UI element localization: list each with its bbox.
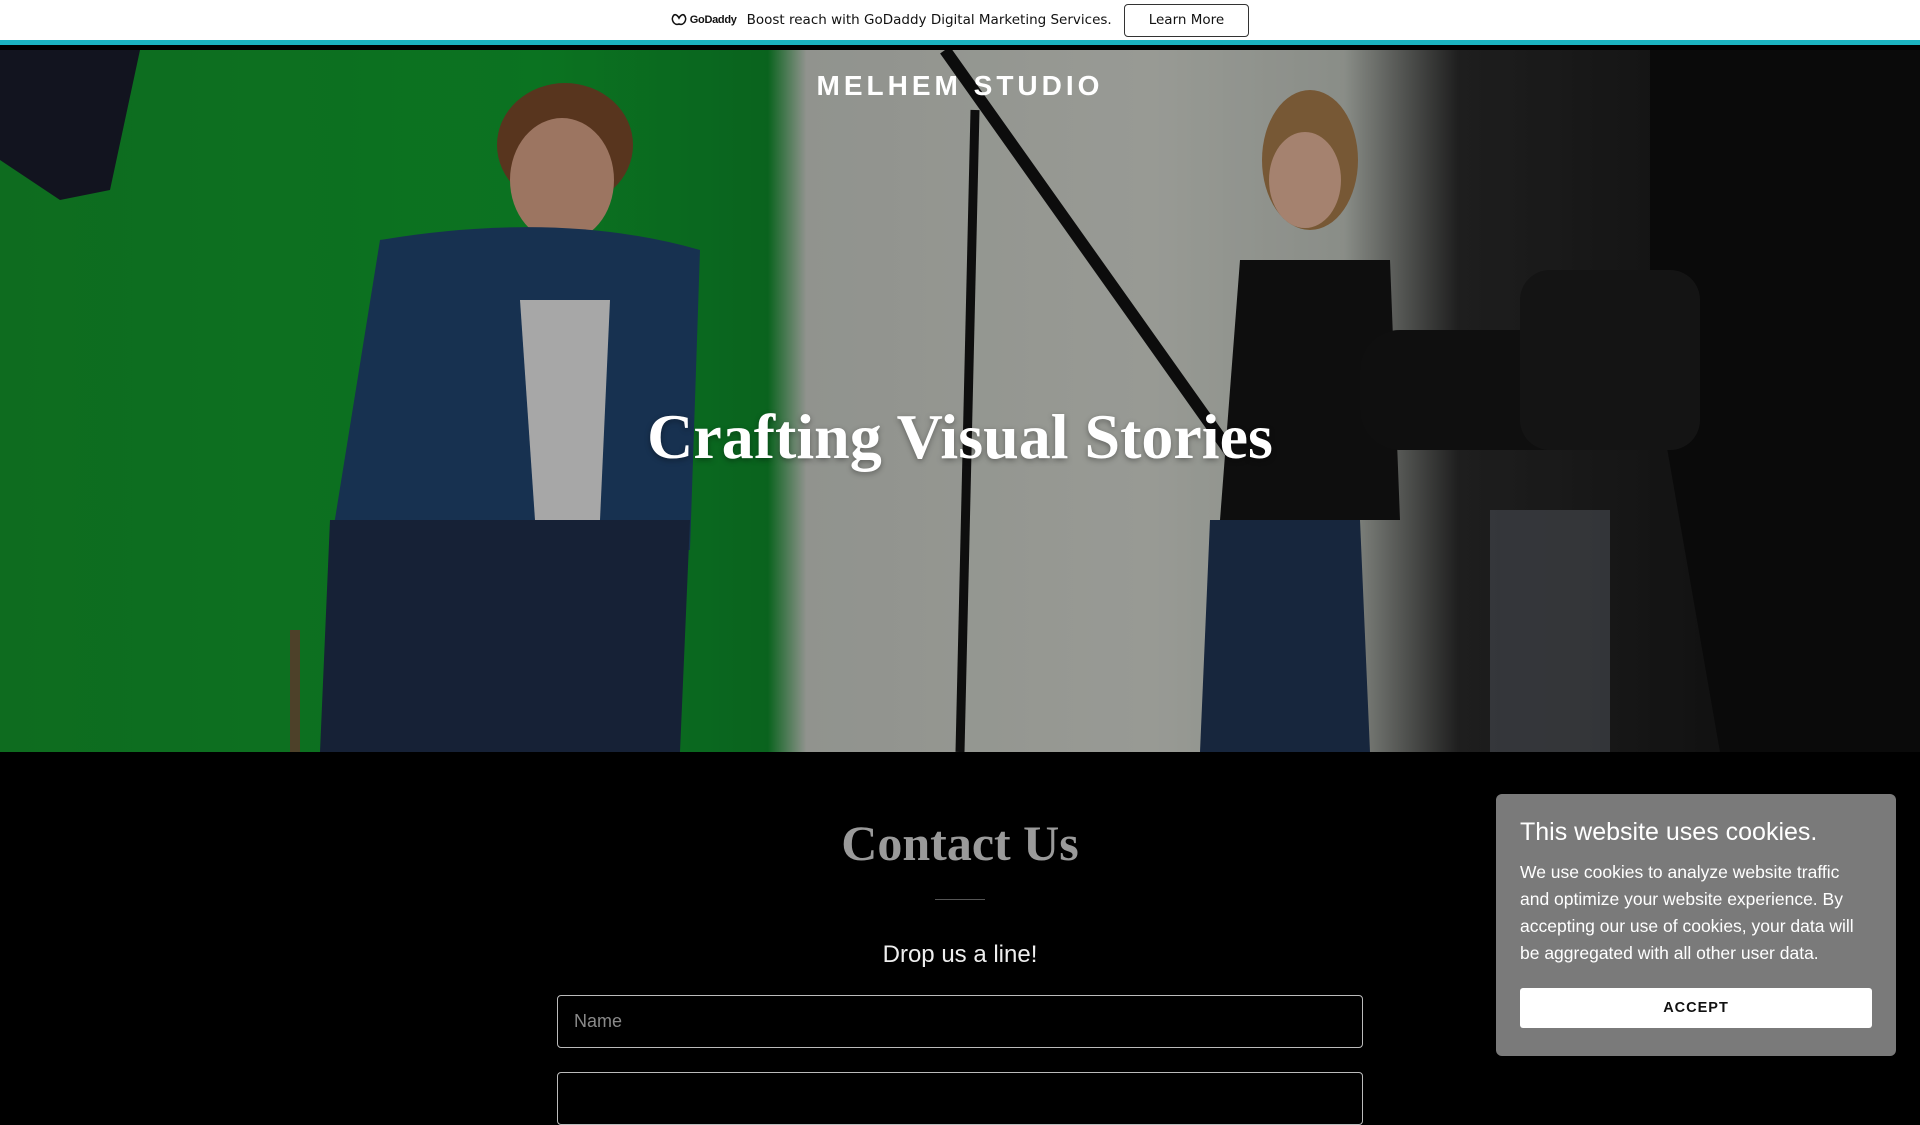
promo-message: Boost reach with GoDaddy Digital Marketi… xyxy=(746,12,1112,28)
promo-bar: GoDaddy Boost reach with GoDaddy Digital… xyxy=(0,0,1920,45)
section-divider xyxy=(935,899,985,900)
accept-cookies-button[interactable]: ACCEPT xyxy=(1520,988,1872,1028)
godaddy-logo-icon xyxy=(671,13,687,26)
name-input[interactable] xyxy=(557,995,1363,1048)
site-title[interactable]: MELHEM STUDIO xyxy=(0,70,1920,102)
godaddy-logo: GoDaddy xyxy=(671,13,737,27)
cookie-banner-text: We use cookies to analyze website traffi… xyxy=(1520,862,1854,963)
cookie-banner-title: This website uses cookies. xyxy=(1520,818,1818,846)
godaddy-logo-text: GoDaddy xyxy=(689,14,737,26)
cookie-banner: This website uses cookies. We use cookie… xyxy=(1496,794,1896,1056)
learn-more-button[interactable]: Learn More xyxy=(1123,3,1250,37)
hero-section: MELHEM STUDIO Crafting Visual Stories xyxy=(0,50,1920,752)
hero-heading: Crafting Visual Stories xyxy=(647,401,1273,472)
